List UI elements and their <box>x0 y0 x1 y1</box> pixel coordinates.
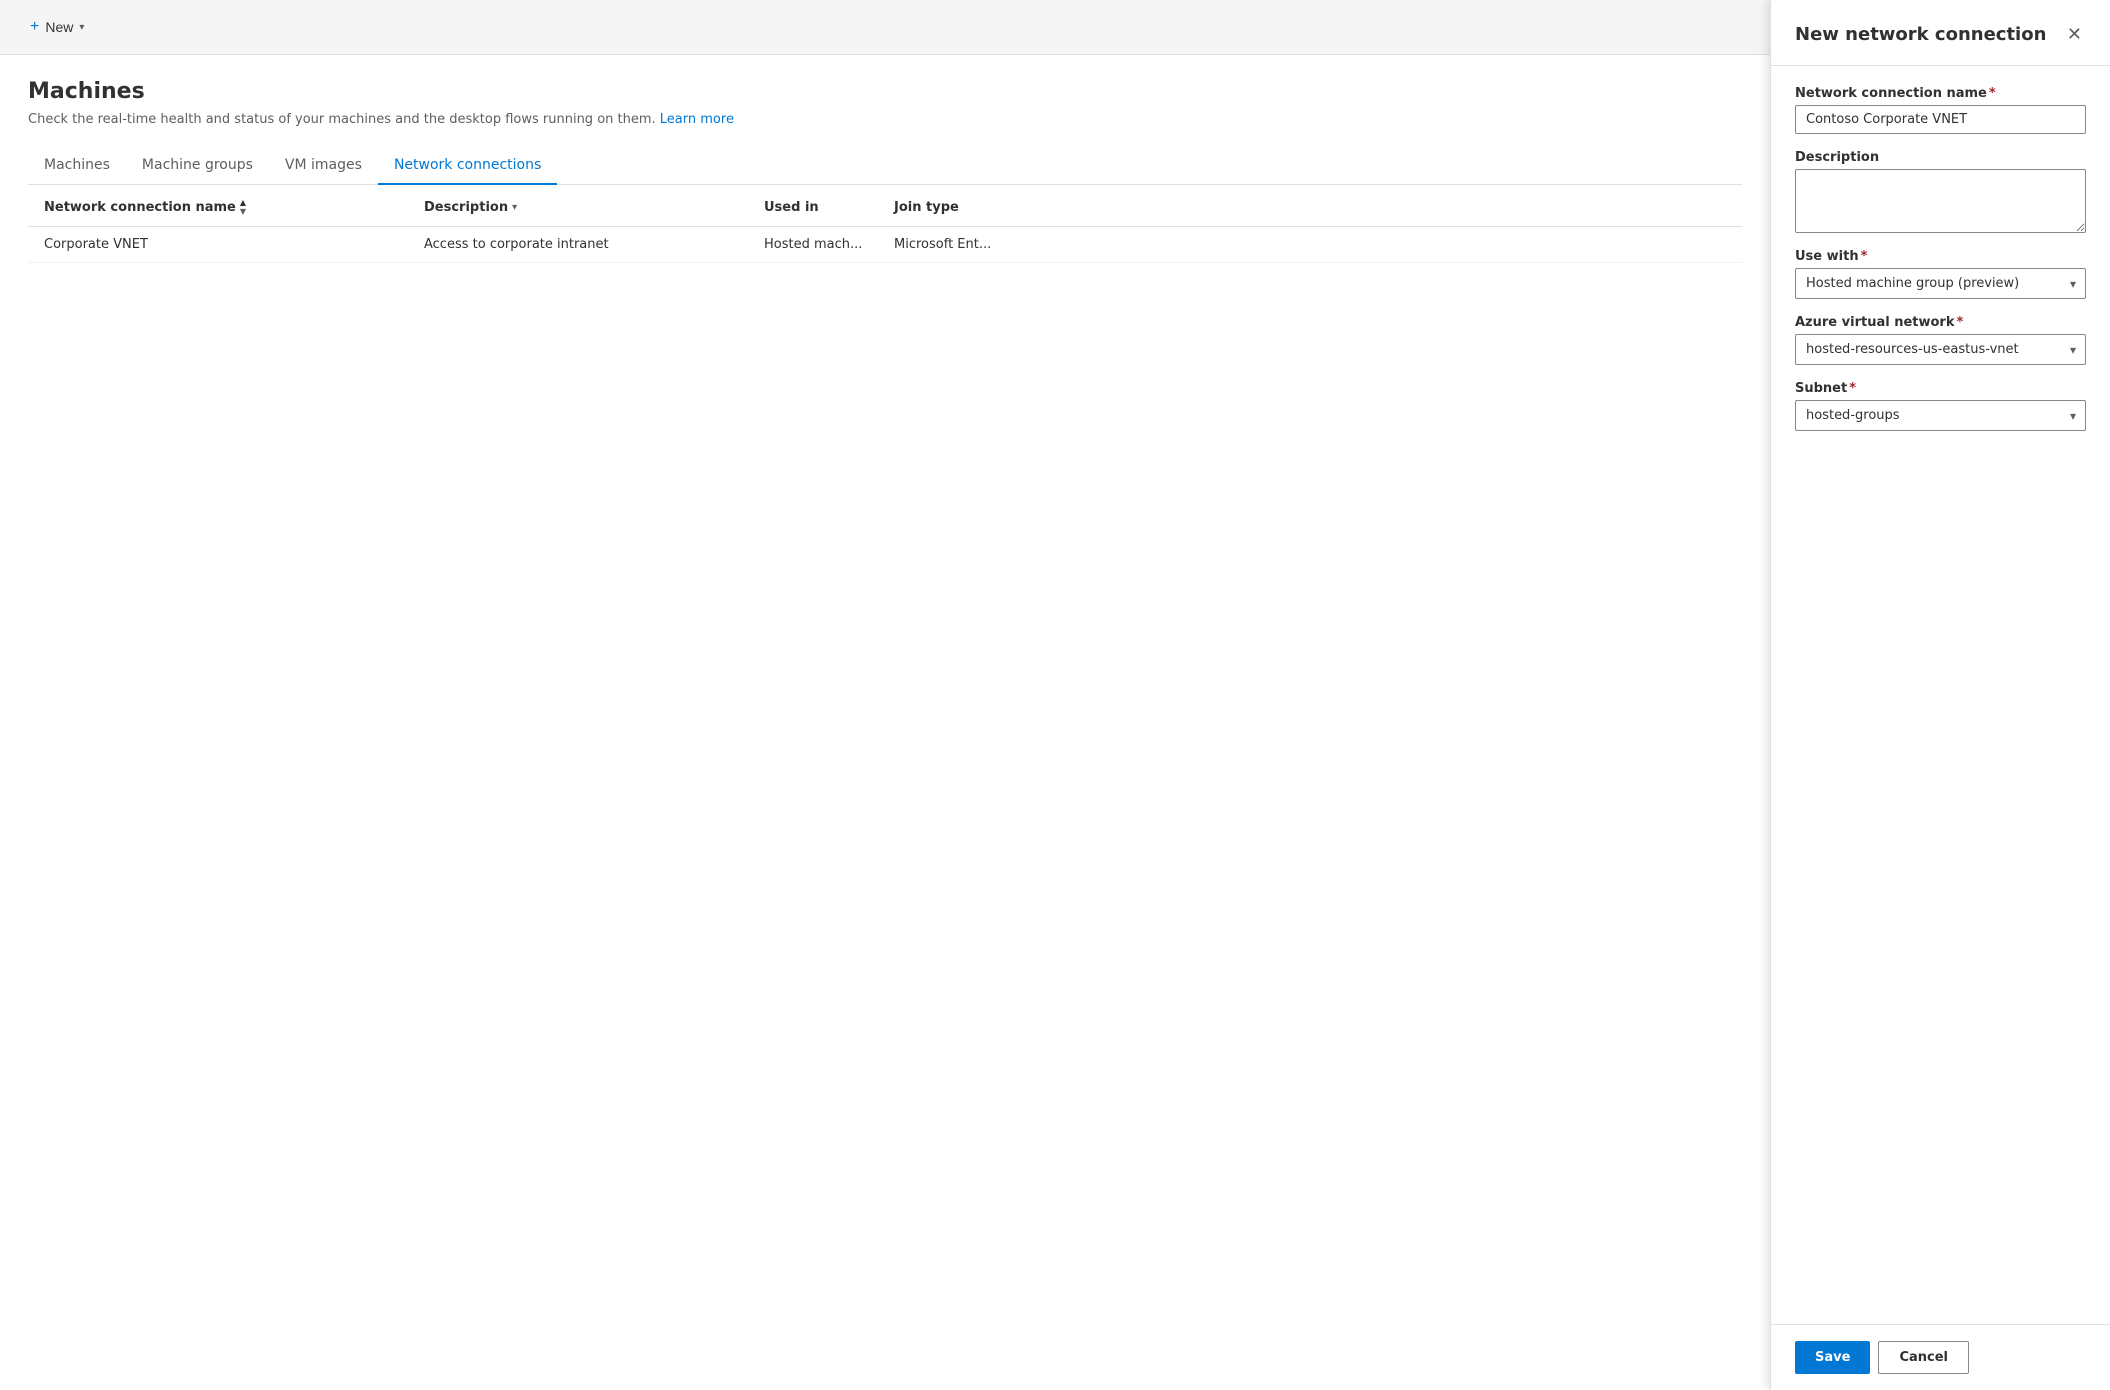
label-vnet: Azure virtual network* <box>1795 315 2086 330</box>
drawer-header: New network connection ✕ <box>1771 0 2110 66</box>
select-wrapper-vnet: hosted-resources-us-eastus-vnet ▾ <box>1795 334 2086 365</box>
select-vnet[interactable]: hosted-resources-us-eastus-vnet <box>1795 334 2086 365</box>
tab-vm-images[interactable]: VM images <box>269 147 378 185</box>
page-title: Machines <box>28 79 1742 104</box>
required-star-subnet: * <box>1849 381 1856 396</box>
sort-down-icon: ▼ <box>240 208 246 216</box>
tabs: Machines Machine groups VM images Networ… <box>28 147 1742 185</box>
new-button-label: New <box>45 19 73 35</box>
cancel-button[interactable]: Cancel <box>1878 1341 1969 1374</box>
drawer-title: New network connection <box>1795 24 2046 45</box>
input-connection-name[interactable] <box>1795 105 2086 134</box>
cell-description: Access to corporate intranet <box>424 237 764 252</box>
label-subnet: Subnet* <box>1795 381 2086 396</box>
main-container: + New ▾ Machines Check the real-time hea… <box>0 0 2110 1390</box>
sort-up-icon: ▲ <box>240 199 246 207</box>
filter-icon-description[interactable]: ▾ <box>512 202 517 213</box>
select-subnet[interactable]: hosted-groups <box>1795 400 2086 431</box>
col-header-used-in: Used in <box>764 199 894 216</box>
save-button[interactable]: Save <box>1795 1341 1870 1374</box>
close-icon: ✕ <box>2067 24 2082 45</box>
input-description[interactable] <box>1795 169 2086 233</box>
col-header-join-type: Join type <box>894 199 1726 216</box>
cell-used-in: Hosted mach... <box>764 237 894 252</box>
label-connection-name: Network connection name* <box>1795 86 2086 101</box>
select-wrapper-subnet: hosted-groups ▾ <box>1795 400 2086 431</box>
sort-icons-name[interactable]: ▲ ▼ <box>240 199 246 216</box>
col-header-description: Description ▾ <box>424 199 764 216</box>
label-use-with: Use with* <box>1795 249 2086 264</box>
required-star-use-with: * <box>1861 249 1868 264</box>
table-row[interactable]: Corporate VNET Access to corporate intra… <box>28 227 1742 263</box>
new-dropdown-chevron-icon: ▾ <box>79 22 84 33</box>
field-subnet: Subnet* hosted-groups ▾ <box>1795 381 2086 431</box>
field-description: Description <box>1795 150 2086 233</box>
top-bar: + New ▾ <box>0 0 1770 55</box>
label-description: Description <box>1795 150 2086 165</box>
table-header: Network connection name ▲ ▼ Description … <box>28 189 1742 227</box>
drawer-footer: Save Cancel <box>1771 1324 2110 1390</box>
table-container: Network connection name ▲ ▼ Description … <box>28 189 1742 263</box>
tab-machine-groups[interactable]: Machine groups <box>126 147 269 185</box>
field-connection-name: Network connection name* <box>1795 86 2086 134</box>
page-subtitle: Check the real-time health and status of… <box>28 112 1742 127</box>
tab-network-connections[interactable]: Network connections <box>378 147 557 185</box>
right-panel: New network connection ✕ Network connect… <box>1770 0 2110 1390</box>
select-wrapper-use-with: Hosted machine group (preview) ▾ <box>1795 268 2086 299</box>
required-star-vnet: * <box>1957 315 1964 330</box>
col-header-name: Network connection name ▲ ▼ <box>44 199 424 216</box>
left-panel: + New ▾ Machines Check the real-time hea… <box>0 0 1770 1390</box>
tab-machines[interactable]: Machines <box>28 147 126 185</box>
cell-join-type: Microsoft Ent... <box>894 237 1726 252</box>
close-button[interactable]: ✕ <box>2063 20 2086 49</box>
page-content: Machines Check the real-time health and … <box>0 55 1770 287</box>
plus-icon: + <box>30 18 39 36</box>
field-use-with: Use with* Hosted machine group (preview)… <box>1795 249 2086 299</box>
learn-more-link[interactable]: Learn more <box>660 112 734 127</box>
select-use-with[interactable]: Hosted machine group (preview) <box>1795 268 2086 299</box>
cell-name: Corporate VNET <box>44 237 424 252</box>
drawer-body: Network connection name* Description Use… <box>1771 66 2110 1324</box>
required-star-name: * <box>1989 86 1996 101</box>
new-button[interactable]: + New ▾ <box>20 12 94 42</box>
field-vnet: Azure virtual network* hosted-resources-… <box>1795 315 2086 365</box>
